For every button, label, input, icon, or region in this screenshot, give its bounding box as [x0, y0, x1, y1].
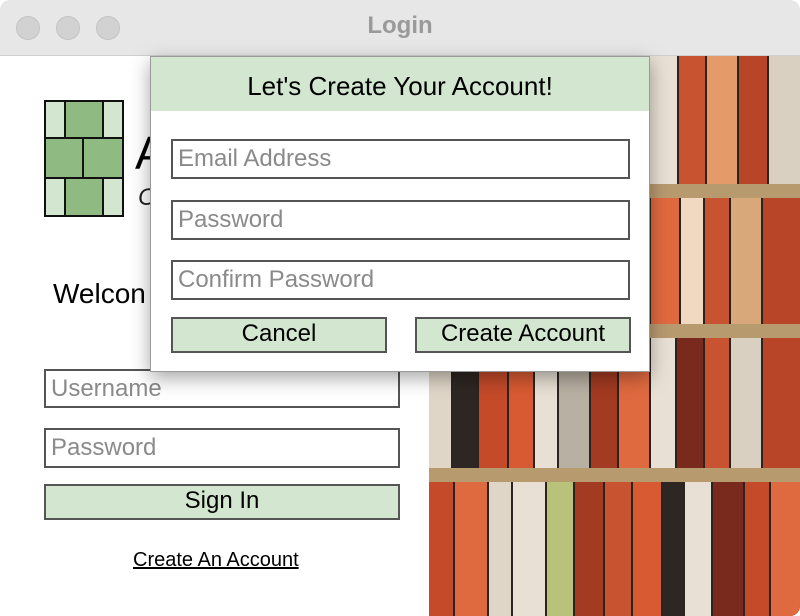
- password-input[interactable]: [44, 428, 400, 468]
- window-title: Login: [367, 12, 433, 39]
- confirm-password-input[interactable]: [171, 260, 630, 300]
- sign-in-button[interactable]: Sign In: [44, 484, 400, 520]
- create-account-button[interactable]: Create Account: [415, 317, 631, 353]
- app-logo-icon: [44, 100, 124, 217]
- cancel-button[interactable]: Cancel: [171, 317, 387, 353]
- new-password-input[interactable]: [171, 200, 630, 240]
- welcome-text: Welcon: [53, 278, 146, 309]
- title-bar: Login: [0, 0, 800, 56]
- email-input[interactable]: [171, 139, 630, 179]
- username-input[interactable]: [44, 369, 400, 408]
- login-window: Login A C Welcon Sign In Create An Accou…: [0, 0, 800, 616]
- dialog-title: Let's Create Your Account!: [151, 57, 649, 111]
- create-account-dialog: Let's Create Your Account! Cancel Create…: [150, 56, 650, 372]
- create-account-link[interactable]: Create An Account: [133, 549, 299, 572]
